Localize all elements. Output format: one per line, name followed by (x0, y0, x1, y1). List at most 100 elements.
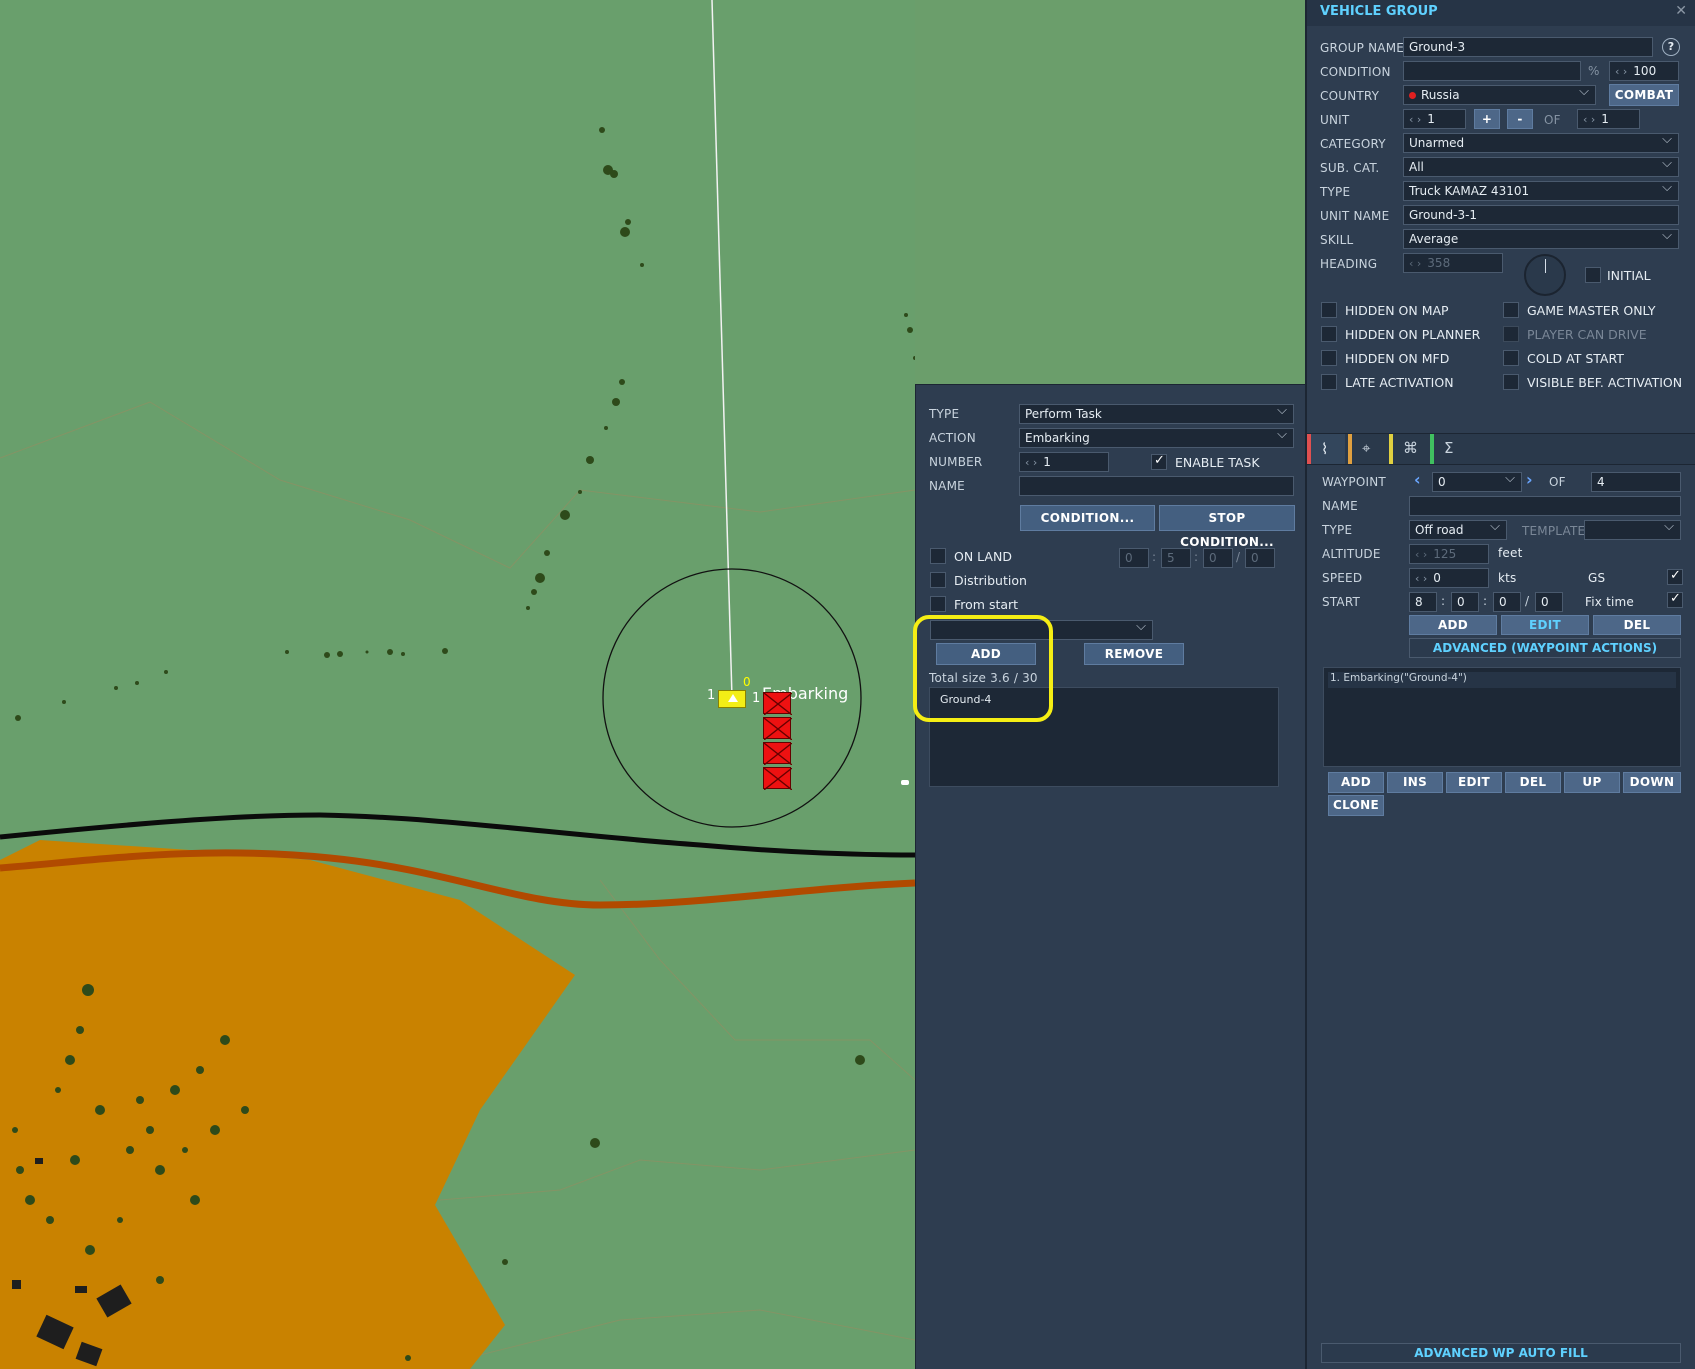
spinner-arrows-icon[interactable]: ‹ › (1615, 65, 1627, 78)
unit-marker-icon[interactable] (718, 690, 746, 708)
remove-unit-button[interactable]: - (1507, 109, 1533, 129)
waypoint-number: 0 (743, 675, 751, 689)
wp-name-input[interactable] (1409, 496, 1681, 516)
from-start-checkbox[interactable] (930, 596, 946, 612)
waypoint-count: 4 (1591, 472, 1681, 492)
group-name-input[interactable]: Ground-3 (1403, 37, 1653, 57)
enable-task-checkbox[interactable] (1151, 453, 1167, 470)
combat-button[interactable]: COMBAT (1609, 84, 1679, 106)
skill-select[interactable]: Average (1403, 229, 1679, 249)
next-waypoint-icon[interactable]: › (1526, 470, 1533, 489)
percent-sign: % (1588, 64, 1600, 78)
player-can-drive-checkbox[interactable] (1503, 326, 1519, 342)
remove-group-button[interactable]: REMOVE (1084, 643, 1184, 665)
action-clone-button[interactable]: CLONE (1328, 795, 1384, 816)
wp-del-button[interactable]: DEL (1593, 615, 1681, 635)
heading-spinner[interactable]: ‹ › 358 (1403, 253, 1503, 273)
late-activation-checkbox[interactable] (1321, 374, 1337, 390)
initial-checkbox[interactable] (1585, 267, 1601, 283)
route-icon: ⌇ (1321, 440, 1329, 458)
speed-spinner[interactable]: ‹ › 0 (1409, 568, 1489, 588)
number-spinner[interactable]: ‹ › 1 (1019, 452, 1109, 472)
spinner-arrows-icon[interactable]: ‹ › (1415, 548, 1427, 561)
action-add-button[interactable]: ADD (1328, 772, 1384, 793)
tab-summary[interactable]: Σ (1430, 434, 1468, 464)
game-master-only-checkbox[interactable] (1503, 302, 1519, 318)
action-ins-button[interactable]: INS (1387, 772, 1443, 793)
spinner-arrows-icon[interactable]: ‹ › (1409, 257, 1421, 270)
action-edit-button[interactable]: EDIT (1446, 772, 1502, 793)
task-type-select[interactable]: Perform Task (1019, 404, 1294, 424)
stop-condition-button[interactable]: STOP CONDITION... (1159, 505, 1295, 549)
close-icon[interactable]: ✕ (1675, 3, 1687, 19)
unit-spinner[interactable]: ‹ › 1 (1403, 109, 1466, 129)
wp-add-button[interactable]: ADD (1409, 615, 1497, 635)
action-down-button[interactable]: DOWN (1623, 772, 1681, 793)
heading-dial-icon[interactable] (1524, 254, 1566, 296)
map-view[interactable]: 1 1 0 Embarking (0, 0, 915, 1369)
subcat-select[interactable]: All (1403, 157, 1679, 177)
transport-unit-icon[interactable] (763, 742, 792, 765)
type-select[interactable]: Truck KAMAZ 43101 (1403, 181, 1679, 201)
category-select[interactable]: Unarmed (1403, 133, 1679, 153)
task-name-input[interactable] (1019, 476, 1294, 496)
unit-of-label: OF (1544, 113, 1561, 127)
wp-type-select[interactable]: Off road (1409, 520, 1507, 540)
altitude-spinner[interactable]: ‹ › 125 (1409, 544, 1489, 564)
template-select[interactable] (1584, 520, 1681, 540)
action-del-button[interactable]: DEL (1505, 772, 1561, 793)
tab-route[interactable]: ⌇ (1307, 434, 1345, 464)
distribution-checkbox[interactable] (930, 572, 946, 588)
tab-target[interactable]: ⌖ (1348, 434, 1386, 464)
hidden-on-planner-label: HIDDEN ON PLANNER (1345, 327, 1481, 342)
cold-at-start-checkbox[interactable] (1503, 350, 1519, 366)
action-up-button[interactable]: UP (1564, 772, 1620, 793)
start-days-input[interactable]: 0 (1535, 592, 1563, 612)
actions-list-item[interactable]: 1. Embarking("Ground-4") (1328, 672, 1676, 688)
spinner-arrows-icon[interactable]: ‹ › (1583, 113, 1595, 126)
waypoint-select[interactable]: 0 (1432, 472, 1522, 492)
tab-triggers[interactable]: ⌘ (1389, 434, 1427, 464)
unit-index-left: 1 (707, 688, 716, 703)
action-select[interactable]: Embarking (1019, 428, 1294, 448)
triggers-icon: ⌘ (1403, 439, 1418, 457)
country-select[interactable]: Russia (1403, 85, 1596, 105)
add-unit-button[interactable]: + (1474, 109, 1500, 129)
transport-unit-icon[interactable] (763, 767, 792, 790)
start-hours-input[interactable]: 8 (1409, 592, 1437, 612)
time-days-input[interactable]: 0 (1245, 548, 1275, 568)
category-label: CATEGORY (1320, 137, 1386, 151)
start-minutes-input[interactable]: 0 (1451, 592, 1479, 612)
spinner-arrows-icon[interactable]: ‹ › (1025, 456, 1037, 469)
spinner-arrows-icon[interactable]: ‹ › (1415, 572, 1427, 585)
from-start-label: From start (954, 597, 1019, 612)
on-land-checkbox[interactable] (930, 548, 946, 564)
wp-edit-button[interactable]: EDIT (1501, 615, 1589, 635)
start-seconds-input[interactable]: 0 (1493, 592, 1521, 612)
transport-unit-icon[interactable] (763, 692, 792, 715)
condition-button[interactable]: CONDITION... (1020, 505, 1155, 531)
advanced-waypoint-actions-button[interactable]: ADVANCED (WAYPOINT ACTIONS) (1409, 638, 1681, 658)
hidden-on-map-checkbox[interactable] (1321, 302, 1337, 318)
unit-count-spinner[interactable]: ‹ › 1 (1577, 109, 1640, 129)
visible-bef-activation-checkbox[interactable] (1503, 374, 1519, 390)
time-minutes-input[interactable]: 5 (1161, 548, 1191, 568)
actions-list[interactable]: 1. Embarking("Ground-4") (1323, 667, 1681, 767)
hidden-on-mfd-checkbox[interactable] (1321, 350, 1337, 366)
unit-name-input[interactable]: Ground-3-1 (1403, 205, 1679, 225)
advanced-wp-auto-fill-button[interactable]: ADVANCED WP AUTO FILL (1321, 1343, 1681, 1363)
hidden-on-planner-checkbox[interactable] (1321, 326, 1337, 342)
time-seconds-input[interactable]: 0 (1203, 548, 1233, 568)
transport-unit-icon[interactable] (763, 717, 792, 740)
time-hours-input[interactable]: 0 (1119, 548, 1149, 568)
spinner-arrows-icon[interactable]: ‹ › (1409, 113, 1421, 126)
condition-input[interactable] (1403, 61, 1581, 81)
time-separator: : (1152, 550, 1157, 564)
unit-value: 1 (1427, 112, 1435, 126)
subcat-label: SUB. CAT. (1320, 161, 1380, 175)
condition-percent-spinner[interactable]: ‹ › 100 (1609, 61, 1679, 81)
help-icon[interactable]: ? (1662, 38, 1680, 56)
gs-checkbox[interactable] (1667, 568, 1683, 585)
prev-waypoint-icon[interactable]: ‹ (1414, 470, 1421, 489)
fix-time-checkbox[interactable] (1667, 591, 1683, 608)
